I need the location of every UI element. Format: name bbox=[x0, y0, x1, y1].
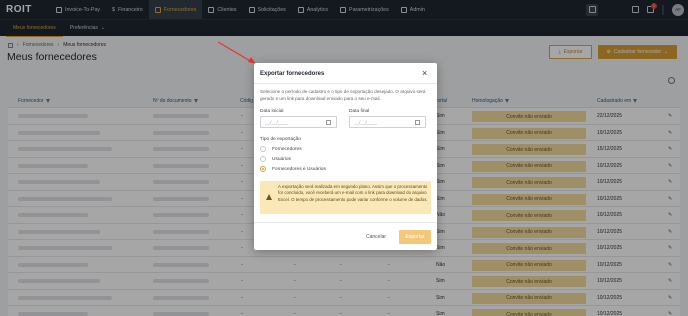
modal-title: Exportar fornecedores bbox=[260, 71, 325, 77]
export-modal: Exportar fornecedores × Selecione o perí… bbox=[254, 63, 437, 250]
end-date-input[interactable]: __/__/____ bbox=[349, 116, 426, 128]
radio-button[interactable] bbox=[260, 156, 266, 162]
annotation-arrow bbox=[217, 41, 256, 64]
divider bbox=[254, 83, 437, 84]
radio-button-selected[interactable] bbox=[260, 166, 266, 172]
calendar-icon[interactable] bbox=[415, 120, 420, 125]
modal-export-button[interactable]: Exportar bbox=[399, 230, 431, 244]
option-usuarios[interactable]: Usuários bbox=[260, 156, 291, 162]
modal-description: Selecione o período de cadastro e o tipo… bbox=[260, 89, 426, 101]
calendar-icon[interactable] bbox=[326, 120, 331, 125]
divider bbox=[254, 222, 437, 223]
close-icon[interactable]: × bbox=[422, 69, 427, 78]
end-date-label: Data final bbox=[349, 109, 370, 114]
start-date-input[interactable]: __/__/____ bbox=[260, 116, 337, 128]
export-type-label: Tipo de exportação bbox=[260, 137, 301, 142]
cancel-button[interactable]: Cancelar bbox=[366, 234, 386, 240]
warning-icon bbox=[266, 194, 272, 200]
option-fornecedores[interactable]: Fornecedores bbox=[260, 146, 302, 152]
warning-text: A exportação será realizada em segundo p… bbox=[278, 184, 428, 202]
start-date-label: Data inicial bbox=[260, 109, 284, 114]
warning-box: A exportação será realizada em segundo p… bbox=[260, 181, 431, 214]
option-fornecedores-usuarios[interactable]: Fornecedores e Usuários bbox=[260, 166, 326, 172]
radio-button[interactable] bbox=[260, 146, 266, 152]
